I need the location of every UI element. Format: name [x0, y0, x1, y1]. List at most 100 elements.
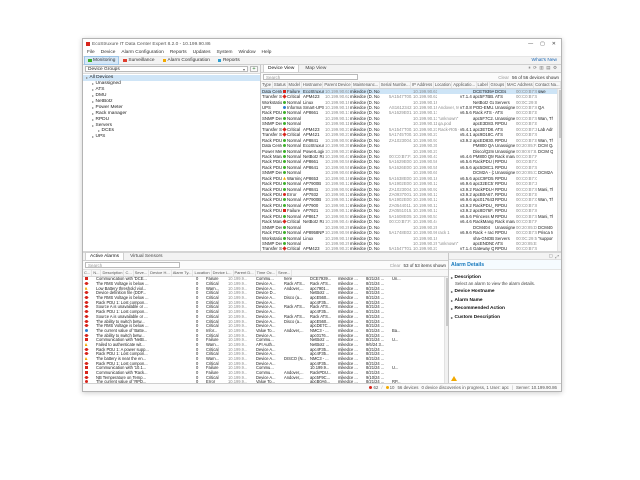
- expand-arrow-icon[interactable]: ▸: [92, 123, 94, 128]
- panel-toolbar-icon[interactable]: ▢: [549, 253, 553, 259]
- menu-item[interactable]: Device: [101, 50, 116, 55]
- device-table-row[interactable]: Rack PDU Failure AP7921 10.199.90.123 mi…: [261, 208, 561, 213]
- device-table-row[interactable]: Transfer Swi... Critical APM423 10.199.9…: [261, 94, 561, 99]
- column-header[interactable]: Location: [434, 82, 453, 88]
- column-header[interactable]: Time Oc...: [256, 270, 277, 276]
- expand-arrow-icon[interactable]: ▸: [92, 81, 94, 86]
- section-arrow-icon[interactable]: ▸: [451, 315, 453, 320]
- column-header[interactable]: N...: [92, 270, 101, 276]
- section-arrow-icon[interactable]: ▸: [451, 275, 453, 280]
- column-header[interactable]: Device H...: [149, 270, 172, 276]
- expand-arrow-icon[interactable]: ▸: [92, 117, 94, 122]
- column-header[interactable]: Hostname: [302, 82, 324, 88]
- column-header[interactable]: Applicatio...: [452, 82, 476, 88]
- device-search-input[interactable]: [263, 74, 358, 81]
- expand-arrow-icon[interactable]: ▸: [92, 93, 94, 98]
- device-table-row[interactable]: Transfer Swi... Critical APM421 10.199.9…: [261, 132, 561, 137]
- column-header[interactable]: Seve...: [134, 270, 149, 276]
- device-view-toolbar-icon[interactable]: ⟳: [533, 65, 537, 71]
- menu-item[interactable]: Updates: [193, 50, 211, 55]
- device-table-row[interactable]: Rack PDU Normal AP8617 10.199.90.57 mike…: [261, 214, 561, 219]
- column-header[interactable]: Status: [273, 82, 288, 88]
- device-table-row[interactable]: Rack PDU Error AP7932 10.199.90.124 mike…: [261, 192, 561, 197]
- vertical-scrollbar[interactable]: [557, 89, 561, 252]
- perspective-tab[interactable]: Reports: [215, 57, 243, 64]
- column-header[interactable]: C...: [124, 270, 133, 276]
- device-table-row[interactable]: Rack Manag... Normal NetBotz Ra... 10.19…: [261, 154, 561, 159]
- column-header[interactable]: Serial Numbe...: [380, 82, 411, 88]
- alarm-search-input[interactable]: [85, 262, 180, 269]
- column-header[interactable]: Groups: [490, 82, 506, 88]
- whats-new-link[interactable]: What's New: [532, 58, 559, 63]
- device-table-row[interactable]: Rack PDU Normal AP8841 10.199.90.93 mike…: [261, 137, 561, 142]
- menu-item[interactable]: Reports: [170, 50, 187, 55]
- device-table-row[interactable]: Rack PDU Normal AP8661 10.199.90.56 mike…: [261, 159, 561, 164]
- section-arrow-icon[interactable]: ▸: [451, 306, 453, 311]
- device-table-row[interactable]: Rack PDU Normal AP7900B 10.199.90.121 mi…: [261, 197, 561, 202]
- menu-item[interactable]: File: [87, 50, 95, 55]
- scrollbar-thumb[interactable]: [559, 90, 562, 138]
- column-header[interactable]: Seve...: [277, 270, 292, 276]
- column-header[interactable]: Parent D...: [234, 270, 256, 276]
- perspective-tab[interactable]: Alarm Configuration: [160, 57, 213, 64]
- device-view-toolbar-icon[interactable]: ▤: [546, 65, 550, 71]
- scrollbar-thumb[interactable]: [446, 278, 449, 326]
- menu-item[interactable]: Alarm Configuration: [121, 50, 163, 55]
- vertical-scrollbar[interactable]: [444, 277, 448, 384]
- device-table-row[interactable]: Transfer Swi... Critical APM423 10.199.9…: [261, 127, 561, 132]
- device-groups-selector[interactable]: Device Groups ▾: [85, 66, 248, 73]
- column-header[interactable]: IP Address: [411, 82, 434, 88]
- perspective-tab[interactable]: Surveillance: [120, 57, 157, 64]
- device-view-toolbar-icon[interactable]: ⚙: [553, 65, 557, 71]
- expand-arrow-icon[interactable]: ▸: [92, 87, 94, 92]
- device-view-tab[interactable]: Map View: [300, 64, 331, 72]
- device-table-row[interactable]: Rack PDU Normal AP8661 10.199.90.179 mik…: [261, 110, 561, 115]
- expand-arrow-icon[interactable]: ▸: [92, 99, 94, 104]
- device-table-row[interactable]: Rack PDU Normal AP7900B 10.199.90.122 mi…: [261, 181, 561, 186]
- menu-item[interactable]: System: [216, 50, 232, 55]
- close-button[interactable]: ✕: [552, 41, 556, 47]
- minimize-button[interactable]: —: [528, 41, 533, 47]
- column-header[interactable]: Location: [193, 270, 211, 276]
- column-header[interactable]: Label: [477, 82, 490, 88]
- alarms-tab[interactable]: Virtual Sensors: [125, 252, 167, 260]
- device-table-row[interactable]: Transfer Swi... Critical APM423 10.199.9…: [261, 246, 561, 251]
- expand-arrow-icon[interactable]: ▸: [92, 105, 94, 110]
- device-table-row[interactable]: Rack PDU Normal AP8641 10.199.90.55 mike…: [261, 165, 561, 170]
- section-arrow-icon[interactable]: ▸: [451, 298, 453, 303]
- alarm-row[interactable]: The current value of 'RPD... 0 Error 10.…: [83, 380, 448, 383]
- expand-arrow-icon[interactable]: ▸: [92, 134, 94, 139]
- column-header[interactable]: Device L...: [212, 270, 234, 276]
- column-header[interactable]: Alarm Ty...: [172, 270, 194, 276]
- expand-arrow-icon[interactable]: ▸: [98, 128, 100, 133]
- device-table-row[interactable]: Rack PDU Warning AP8653 10.199.90.181 mi…: [261, 176, 561, 181]
- panel-toolbar-icon[interactable]: ⤢: [555, 254, 559, 259]
- column-header[interactable]: Maintenanc...: [352, 82, 380, 88]
- tree-item[interactable]: ▸ UPS: [83, 134, 260, 140]
- clear-filter-link[interactable]: Clear: [498, 75, 509, 80]
- device-table-row[interactable]: Rack PDU Normal AP7900 10.199.90.120 mik…: [261, 203, 561, 208]
- maximize-button[interactable]: ▢: [540, 41, 545, 47]
- column-header[interactable]: MAC Address: [506, 82, 534, 88]
- column-header[interactable]: Type: [261, 82, 273, 88]
- device-table-row[interactable]: Rack PDU Normal AP8958NP3 10.199.90.98 m…: [261, 230, 561, 235]
- device-table-row[interactable]: Rack PDU Normal AP8841 10.199.90.92 mike…: [261, 186, 561, 191]
- section-arrow-icon[interactable]: ▸: [451, 289, 453, 294]
- device-view-tab[interactable]: Device View: [263, 64, 299, 72]
- device-view-toolbar-icon[interactable]: ⏸: [528, 65, 530, 71]
- column-header[interactable]: Contact Na...: [534, 82, 561, 88]
- column-header[interactable]: C...: [83, 270, 92, 276]
- column-header[interactable]: Parent Device: [323, 82, 352, 88]
- expand-arrow-icon[interactable]: ▸: [86, 75, 88, 80]
- expand-arrow-icon[interactable]: ▸: [92, 111, 94, 116]
- device-table-row[interactable]: UPS Informational Smart-UPS... 10.199.90…: [261, 105, 561, 110]
- device-table-row[interactable]: Rack Manag... Critical NetBotz Ra... 10.…: [261, 219, 561, 224]
- perspective-tab[interactable]: Monitoring: [85, 57, 118, 64]
- menu-item[interactable]: Help: [262, 50, 272, 55]
- device-view-toolbar-icon[interactable]: ▥: [539, 65, 543, 71]
- column-header[interactable]: Description: [101, 270, 124, 276]
- add-group-button[interactable]: +: [250, 66, 258, 73]
- alarms-tab[interactable]: Active Alarms: [85, 252, 124, 260]
- menu-item[interactable]: Window: [238, 50, 255, 55]
- alarm-clear-filter-link[interactable]: Clear: [390, 263, 401, 268]
